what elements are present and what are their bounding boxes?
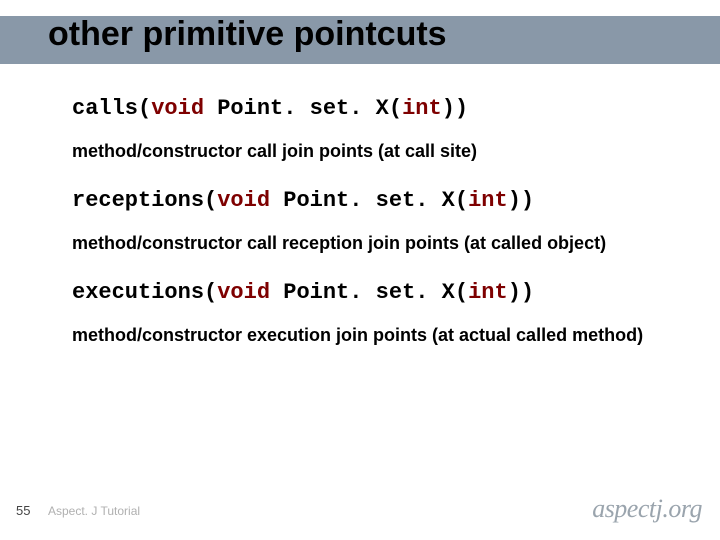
keyword-void: void [217, 188, 270, 213]
content-area: calls(void Point. set. X(int)) method/co… [72, 96, 680, 372]
code-text: Point. set. X( [270, 188, 468, 213]
code-text: Point. set. X( [204, 96, 402, 121]
footer: 55 Aspect. J Tutorial aspectj.org [0, 498, 720, 528]
aspectj-logo: aspectj.org [592, 494, 702, 524]
desc-receptions: method/constructor call reception join p… [72, 233, 680, 254]
code-receptions: receptions(void Point. set. X(int)) [72, 188, 680, 213]
logo-main: aspect [592, 494, 655, 523]
code-text: Point. set. X( [270, 280, 468, 305]
keyword-void: void [151, 96, 204, 121]
code-text: executions( [72, 280, 217, 305]
keyword-void: void [217, 280, 270, 305]
code-text: )) [442, 96, 468, 121]
code-executions: executions(void Point. set. X(int)) [72, 280, 680, 305]
title-bar: other primitive pointcuts [0, 16, 720, 64]
tutorial-label: Aspect. J Tutorial [48, 504, 140, 518]
desc-executions: method/constructor execution join points… [72, 325, 680, 346]
keyword-int: int [468, 188, 508, 213]
code-text: )) [508, 280, 534, 305]
slide: other primitive pointcuts calls(void Poi… [0, 0, 720, 540]
page-number: 55 [16, 503, 30, 518]
desc-calls: method/constructor call join points (at … [72, 141, 680, 162]
slide-title: other primitive pointcuts [48, 15, 447, 54]
code-text: calls( [72, 96, 151, 121]
keyword-int: int [468, 280, 508, 305]
code-text: receptions( [72, 188, 217, 213]
keyword-int: int [402, 96, 442, 121]
code-text: )) [508, 188, 534, 213]
logo-suffix: .org [662, 494, 702, 523]
code-calls: calls(void Point. set. X(int)) [72, 96, 680, 121]
